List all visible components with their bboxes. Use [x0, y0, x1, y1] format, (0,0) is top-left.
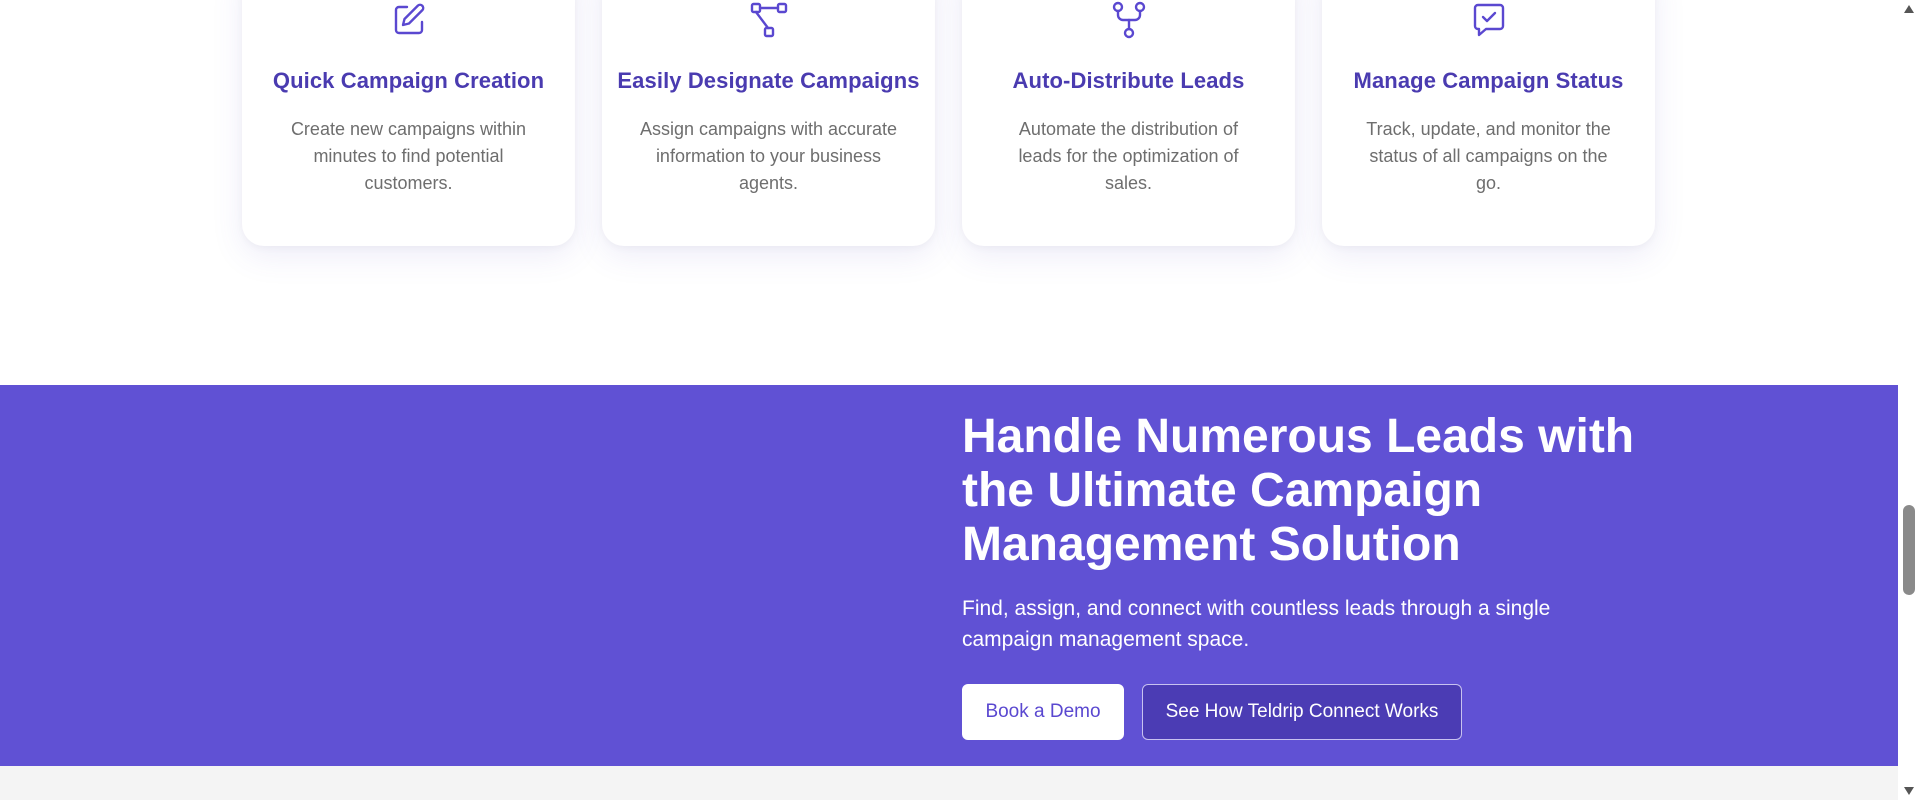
feature-description: Assign campaigns with accurate informati…	[639, 119, 898, 193]
next-section-edge	[0, 766, 1898, 800]
feature-description: Track, update, and monitor the status of…	[1366, 119, 1611, 193]
cta-section: Handle Numerous Leads with the Ultimate …	[0, 385, 1898, 766]
edit-icon	[394, 3, 424, 35]
message-check-icon	[1473, 3, 1504, 37]
feature-description: Automate the distribution of leads for t…	[1018, 119, 1239, 193]
cta-title: Handle Numerous Leads with the Ultimate …	[962, 410, 1635, 571]
cta-subtitle: Find, assign, and connect with countless…	[962, 597, 1551, 651]
book-demo-button[interactable]: Book a Demo	[962, 684, 1124, 740]
feature-cards: Quick Campaign Creation Create new campa…	[242, 0, 1655, 246]
page: Quick Campaign Creation Create new campa…	[0, 0, 1898, 800]
feature-description: Create new campaigns within minutes to f…	[290, 119, 527, 193]
feature-card-manage-campaign-status: Manage Campaign Status Track, update, an…	[1322, 0, 1655, 246]
feature-title: Manage Campaign Status	[1353, 68, 1624, 93]
feature-card-auto-distribute-leads: Auto-Distribute Leads Automate the distr…	[962, 0, 1295, 246]
feature-title: Quick Campaign Creation	[272, 68, 545, 93]
feature-title: Easily Designate Campaigns	[617, 68, 920, 93]
feature-card-quick-campaign-creation: Quick Campaign Creation Create new campa…	[242, 0, 575, 246]
scrollbar-thumb[interactable]	[1903, 505, 1915, 595]
vertical-scrollbar[interactable]	[1898, 0, 1920, 800]
see-how-it-works-button[interactable]: See How Teldrip Connect Works	[1142, 684, 1462, 740]
hierarchy-icon	[750, 2, 787, 38]
feature-title: Auto-Distribute Leads	[1012, 68, 1245, 93]
arrow-down-icon[interactable]	[1898, 782, 1920, 800]
fork-icon	[1112, 1, 1145, 39]
arrow-up-icon[interactable]	[1898, 0, 1920, 18]
feature-card-easily-designate-campaigns: Easily Designate Campaigns Assign campai…	[602, 0, 935, 246]
